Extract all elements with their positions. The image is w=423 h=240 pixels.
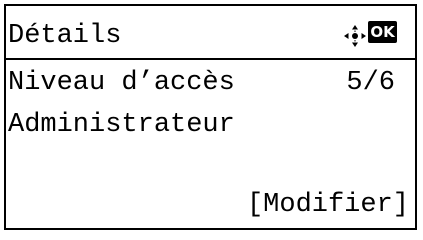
access-level-value: Administrateur — [8, 110, 235, 140]
panel-screen: Détails OK Niveau d’accès 5/6 Administra… — [4, 4, 417, 230]
access-level-label: Niveau d’accès — [8, 68, 235, 98]
page-title: Détails — [8, 21, 122, 51]
ok-icon: OK — [368, 21, 397, 43]
modify-softkey[interactable]: [Modifier] — [247, 190, 409, 220]
page-counter: 5/6 — [346, 68, 395, 98]
four-way-navigation-icon — [342, 23, 368, 49]
header-bar: Détails OK — [6, 6, 415, 60]
